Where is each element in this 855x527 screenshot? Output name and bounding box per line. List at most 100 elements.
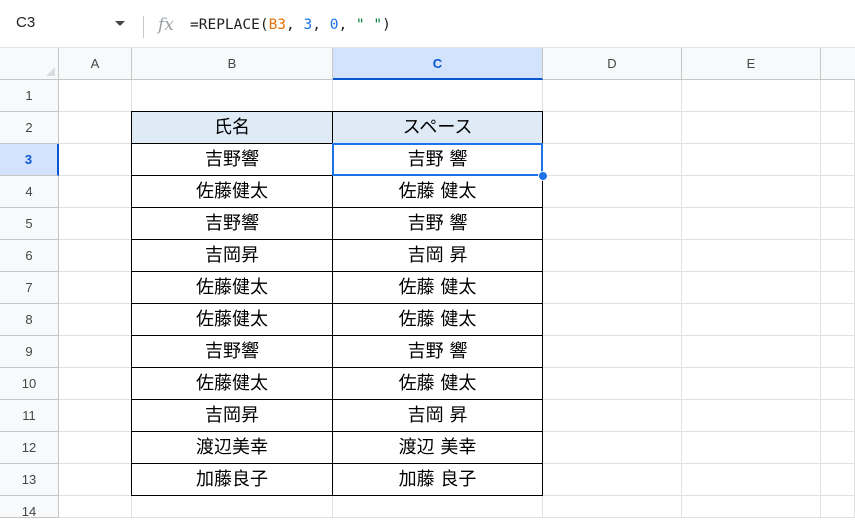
name-cell[interactable]: 佐藤健太 [132,272,333,304]
spaced-name-cell[interactable]: 佐藤 健太 [333,176,543,208]
grid-cell[interactable] [682,144,821,176]
name-cell[interactable]: 佐藤健太 [132,304,333,336]
grid-cell[interactable] [543,112,682,144]
grid-cell[interactable] [821,368,855,400]
grid-cell[interactable] [543,336,682,368]
spaced-name-cell[interactable]: 佐藤 健太 [333,368,543,400]
name-cell[interactable]: 加藤良子 [132,464,333,496]
grid-cell[interactable] [59,80,132,112]
column-header-b[interactable]: B [132,48,333,80]
grid-cell[interactable] [682,400,821,432]
column-header-c[interactable]: C [333,48,543,80]
grid-cell[interactable] [543,208,682,240]
spaced-name-cell[interactable]: 吉野 響 [333,208,543,240]
grid-cell[interactable] [543,368,682,400]
name-cell[interactable]: 吉岡昇 [132,400,333,432]
row-header-13[interactable]: 13 [0,464,59,496]
row-header-1[interactable]: 1 [0,80,59,112]
grid-cell[interactable] [682,80,821,112]
row-header-4[interactable]: 4 [0,176,59,208]
name-box[interactable]: C3 [0,8,140,38]
grid-cell[interactable] [821,464,855,496]
row-header-8[interactable]: 8 [0,304,59,336]
row-header-11[interactable]: 11 [0,400,59,432]
row-header-3[interactable]: 3 [0,144,59,176]
grid-cell[interactable] [821,336,855,368]
grid-cell[interactable] [682,208,821,240]
table-header-cell[interactable]: スペース [333,112,543,144]
grid-cell[interactable] [682,336,821,368]
column-header-d[interactable]: D [543,48,682,80]
grid-cell[interactable] [543,304,682,336]
grid-cell[interactable] [682,464,821,496]
grid-cell[interactable] [821,400,855,432]
grid-cell[interactable] [543,240,682,272]
chevron-down-icon[interactable] [115,21,125,26]
row-header-2[interactable]: 2 [0,112,59,144]
name-cell[interactable]: 佐藤健太 [132,368,333,400]
grid-cell[interactable] [333,496,543,518]
spaced-name-cell[interactable]: 吉岡 昇 [333,400,543,432]
spaced-name-cell[interactable]: 吉野 響 [333,144,543,176]
table-header-cell[interactable]: 氏名 [132,112,333,144]
row-header-5[interactable]: 5 [0,208,59,240]
row-header-6[interactable]: 6 [0,240,59,272]
grid-cell[interactable] [821,272,855,304]
grid-cell[interactable] [543,176,682,208]
grid-cell[interactable] [59,432,132,464]
column-header-e[interactable]: E [682,48,821,80]
grid-cell[interactable] [682,240,821,272]
select-all-corner[interactable] [0,48,59,80]
grid-cell[interactable] [59,368,132,400]
grid-cell[interactable] [59,176,132,208]
grid-cell[interactable] [543,144,682,176]
grid-cell[interactable] [59,144,132,176]
grid-cell[interactable] [543,80,682,112]
spaced-name-cell[interactable]: 渡辺 美幸 [333,432,543,464]
grid-cell[interactable] [59,304,132,336]
grid-cell[interactable] [821,208,855,240]
grid-cell[interactable] [821,176,855,208]
grid-cell[interactable] [543,400,682,432]
spaced-name-cell[interactable]: 吉岡 昇 [333,240,543,272]
grid-cell[interactable] [132,496,333,518]
grid-cell[interactable] [543,464,682,496]
name-cell[interactable]: 渡辺美幸 [132,432,333,464]
formula-input[interactable]: =REPLACE(B3, 3, 0, " ") [190,17,391,33]
row-header-7[interactable]: 7 [0,272,59,304]
grid-cell[interactable] [682,432,821,464]
grid-cell[interactable] [59,112,132,144]
grid-cell[interactable] [821,112,855,144]
row-header-9[interactable]: 9 [0,336,59,368]
grid-cell[interactable] [682,112,821,144]
grid-cell[interactable] [59,336,132,368]
column-header-f[interactable] [821,48,855,80]
grid-cell[interactable] [59,208,132,240]
row-header-14[interactable]: 14 [0,496,59,519]
grid-cell[interactable] [821,80,855,112]
name-cell[interactable]: 吉野響 [132,144,333,176]
spaced-name-cell[interactable]: 加藤 良子 [333,464,543,496]
spaced-name-cell[interactable]: 吉野 響 [333,336,543,368]
row-header-10[interactable]: 10 [0,368,59,400]
grid-cell[interactable] [821,496,855,518]
grid-cell[interactable] [682,272,821,304]
grid-cell[interactable] [59,400,132,432]
fill-handle[interactable] [538,171,548,181]
grid-cell[interactable] [821,240,855,272]
grid-cell[interactable] [132,80,333,112]
name-cell[interactable]: 吉岡昇 [132,240,333,272]
grid-cell[interactable] [821,432,855,464]
grid-cell[interactable] [543,272,682,304]
name-cell[interactable]: 吉野響 [132,336,333,368]
grid-cell[interactable] [543,496,682,518]
name-cell[interactable]: 佐藤健太 [132,176,333,208]
spaced-name-cell[interactable]: 佐藤 健太 [333,272,543,304]
grid-cell[interactable] [682,304,821,336]
row-header-12[interactable]: 12 [0,432,59,464]
name-cell[interactable]: 吉野響 [132,208,333,240]
grid-cell[interactable] [682,176,821,208]
grid-cell[interactable] [821,304,855,336]
grid-cell[interactable] [682,368,821,400]
grid-cell[interactable] [543,432,682,464]
